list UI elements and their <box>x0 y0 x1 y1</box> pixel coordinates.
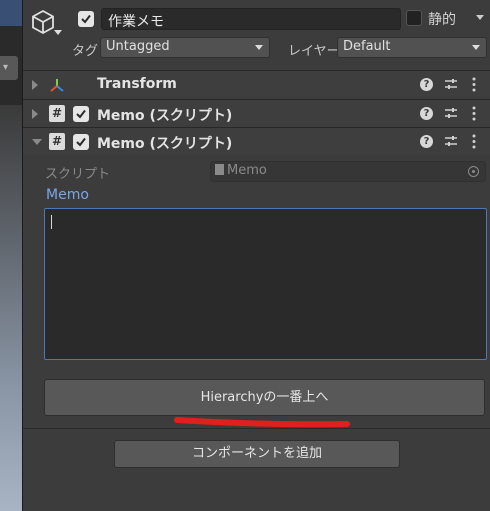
component-title: Transform <box>97 76 177 92</box>
section-divider <box>23 428 490 429</box>
add-component-button[interactable]: コンポーネントを追加 <box>114 440 400 468</box>
chevron-down-icon <box>472 45 480 50</box>
static-dropdown-caret-icon[interactable] <box>476 15 484 20</box>
tag-value: Untagged <box>106 39 170 54</box>
scene-view-edge <box>0 105 22 511</box>
object-picker-icon[interactable] <box>468 166 479 177</box>
scene-dropdown-edge[interactable]: ▾ <box>0 56 18 80</box>
active-checkbox[interactable] <box>78 11 94 27</box>
script-file-icon <box>215 164 224 175</box>
object-name-input[interactable]: 作業メモ <box>101 8 401 30</box>
component-header-transform[interactable]: Transform ? <box>23 70 490 98</box>
scene-view-strip: ▾ <box>0 0 22 511</box>
tag-label: タグ <box>72 44 99 59</box>
memo-textarea[interactable] <box>44 208 487 360</box>
layer-dropdown[interactable]: Default <box>337 37 487 58</box>
more-options-icon[interactable] <box>472 134 476 149</box>
component-title: Memo (スクリプト) <box>97 108 233 124</box>
static-label: 静的 <box>428 12 456 28</box>
memo-field-label: Memo <box>46 187 89 203</box>
foldout-arrow-icon[interactable] <box>32 80 38 90</box>
component-title: Memo (スクリプト) <box>97 136 233 152</box>
script-reference-field[interactable]: Memo <box>210 161 486 182</box>
help-icon[interactable]: ? <box>420 107 433 120</box>
presets-icon[interactable] <box>444 77 458 91</box>
foldout-arrow-icon[interactable] <box>32 109 38 119</box>
component-header-memo-1[interactable]: # Memo (スクリプト) ? <box>23 99 490 127</box>
move-to-top-button[interactable]: Hierarchyの一番上へ <box>44 379 485 416</box>
static-checkbox[interactable] <box>406 10 422 26</box>
layer-label: レイヤー <box>288 44 340 59</box>
transform-axis-icon <box>50 79 64 92</box>
chevron-down-icon <box>255 45 263 50</box>
csharp-script-icon: # <box>49 133 65 150</box>
help-icon[interactable]: ? <box>420 135 433 148</box>
inspector-panel: 作業メモ 静的 タグ Untagged レイヤー Default Transfo… <box>23 0 490 511</box>
more-options-icon[interactable] <box>472 77 476 92</box>
component-header-memo-2[interactable]: # Memo (スクリプト) ? <box>23 127 490 155</box>
foldout-arrow-icon[interactable] <box>32 139 42 145</box>
presets-icon[interactable] <box>444 134 458 148</box>
tag-dropdown[interactable]: Untagged <box>100 37 270 58</box>
component-enabled-checkbox[interactable] <box>73 106 89 122</box>
presets-icon[interactable] <box>444 106 458 120</box>
component-enabled-checkbox[interactable] <box>73 134 89 150</box>
script-reference-value: Memo <box>227 163 267 178</box>
scene-tab-edge <box>0 0 22 26</box>
script-label: スクリプト <box>45 167 111 182</box>
more-options-icon[interactable] <box>472 106 476 121</box>
red-annotation-stroke <box>174 417 350 428</box>
help-icon[interactable]: ? <box>420 78 433 91</box>
icon-dropdown-caret-icon[interactable] <box>54 30 62 35</box>
csharp-script-icon: # <box>49 105 65 122</box>
text-caret <box>51 215 52 229</box>
layer-value: Default <box>343 39 391 54</box>
gameobject-cube-icon[interactable] <box>29 8 57 36</box>
